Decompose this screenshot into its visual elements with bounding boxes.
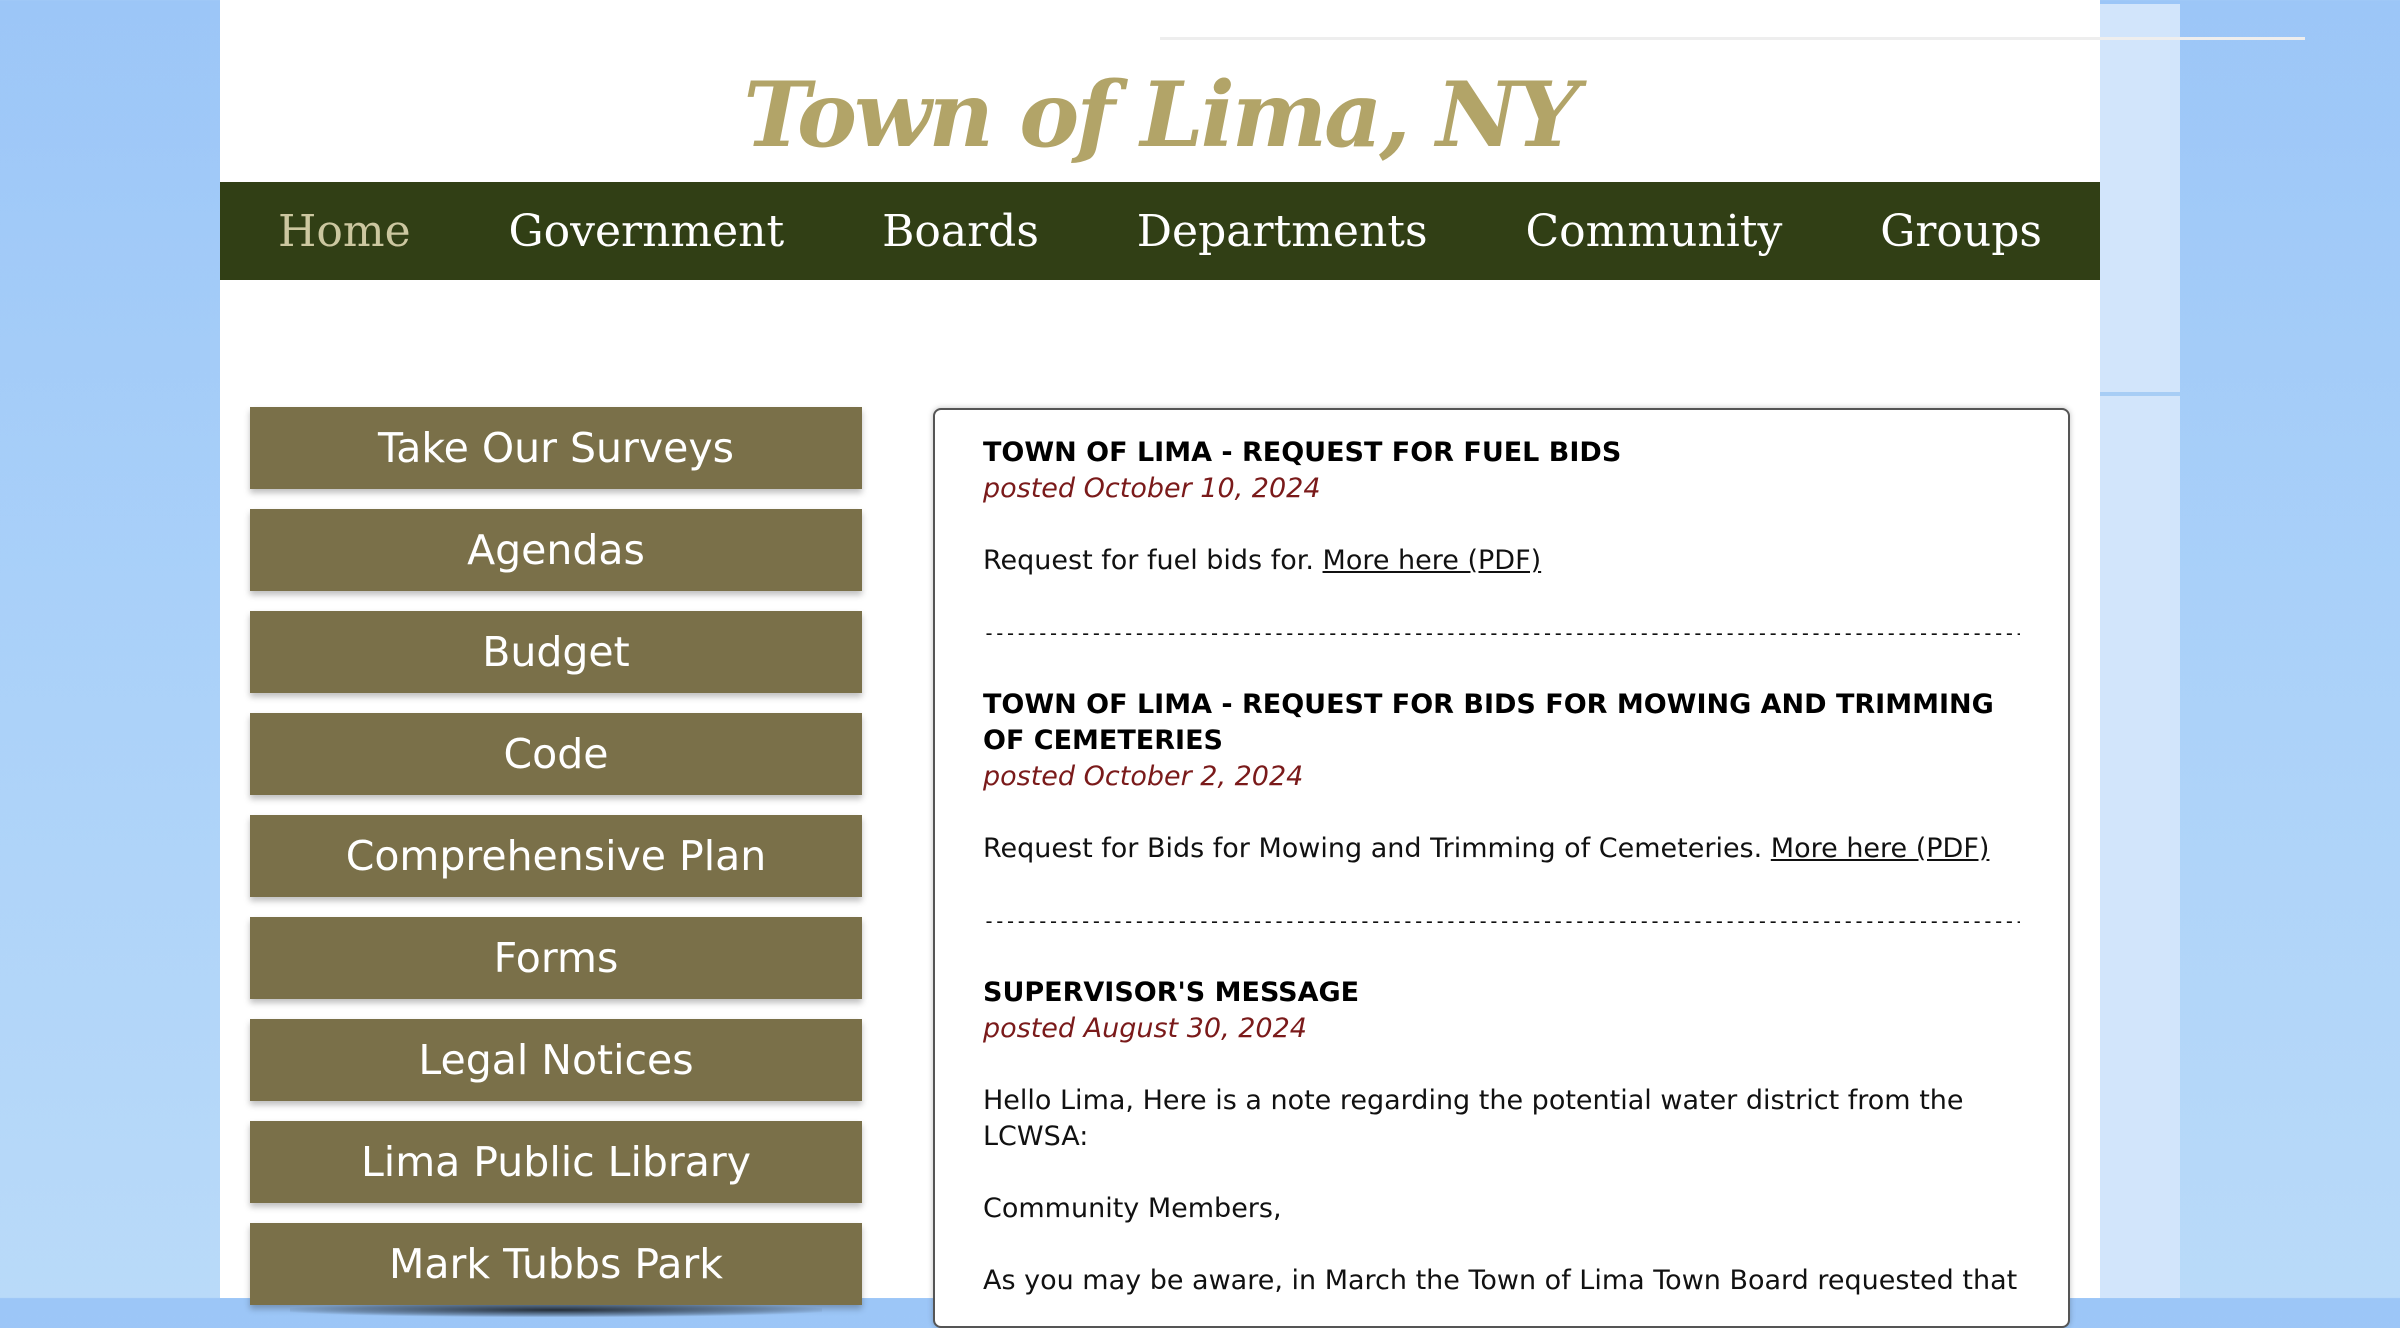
nav-item-departments[interactable]: Departments — [1137, 206, 1428, 257]
sidebar-menu: Take Our Surveys Agendas Budget Code Com… — [250, 407, 862, 1325]
post-body: Request for Bids for Mowing and Trimming… — [983, 831, 2020, 867]
post-date: posted October 10, 2024 — [983, 473, 1321, 504]
post-date: posted October 2, 2024 — [983, 761, 1304, 792]
right-side-strip — [2100, 4, 2180, 1298]
post-pdf-link[interactable]: More here (PDF) — [1771, 833, 1990, 864]
post-body-text: Request for Bids for Mowing and Trimming… — [983, 833, 1771, 864]
post-body: Request for fuel bids for. More here (PD… — [983, 543, 2020, 579]
post-title: TOWN OF LIMA - REQUEST FOR BIDS FOR MOWI… — [983, 689, 1994, 756]
nav-item-groups[interactable]: Groups — [1880, 206, 2042, 257]
sidebar-button-forms[interactable]: Forms — [250, 917, 862, 1011]
sidebar-button-mark-tubbs-park[interactable]: Mark Tubbs Park — [250, 1223, 862, 1317]
post-paragraph: Community Members, — [983, 1193, 1282, 1224]
post-date: posted August 30, 2024 — [983, 1013, 1307, 1044]
news-divider: ----------------------------------------… — [983, 621, 2020, 645]
post-title: SUPERVISOR'S MESSAGE — [983, 977, 1360, 1008]
site-title[interactable]: Town of Lima, NY — [220, 50, 2100, 180]
main-nav: Home Government Boards Departments Commu… — [220, 182, 2100, 280]
sidebar-button-agendas[interactable]: Agendas — [250, 509, 862, 603]
nav-item-home[interactable]: Home — [278, 206, 411, 257]
sidebar-button-legal-notices[interactable]: Legal Notices — [250, 1019, 862, 1113]
news-post: SUPERVISOR'S MESSAGE posted August 30, 2… — [983, 975, 2020, 1299]
post-paragraph: Hello Lima, Here is a note regarding the… — [983, 1085, 1964, 1152]
news-panel: TOWN OF LIMA - REQUEST FOR FUEL BIDS pos… — [933, 408, 2070, 1328]
sidebar-button-surveys[interactable]: Take Our Surveys — [250, 407, 862, 501]
nav-item-government[interactable]: Government — [509, 206, 785, 257]
news-post: TOWN OF LIMA - REQUEST FOR BIDS FOR MOWI… — [983, 687, 2020, 867]
news-divider: ----------------------------------------… — [983, 909, 2020, 933]
post-body-text: Request for fuel bids for. — [983, 545, 1323, 576]
page-container: Town of Lima, NY Home Government Boards … — [220, 0, 2305, 1328]
sidebar-button-budget[interactable]: Budget — [250, 611, 862, 705]
sidebar-button-code[interactable]: Code — [250, 713, 862, 807]
nav-item-boards[interactable]: Boards — [882, 206, 1039, 257]
header-rule — [1160, 37, 2305, 40]
news-post: TOWN OF LIMA - REQUEST FOR FUEL BIDS pos… — [983, 435, 2020, 579]
sidebar-button-comprehensive-plan[interactable]: Comprehensive Plan — [250, 815, 862, 909]
post-paragraph: As you may be aware, in March the Town o… — [983, 1265, 2018, 1296]
nav-item-community[interactable]: Community — [1525, 206, 1782, 257]
post-title: TOWN OF LIMA - REQUEST FOR FUEL BIDS — [983, 437, 1622, 468]
side-strip-line — [2100, 392, 2180, 396]
sidebar-button-library[interactable]: Lima Public Library — [250, 1121, 862, 1215]
post-pdf-link[interactable]: More here (PDF) — [1323, 545, 1542, 576]
